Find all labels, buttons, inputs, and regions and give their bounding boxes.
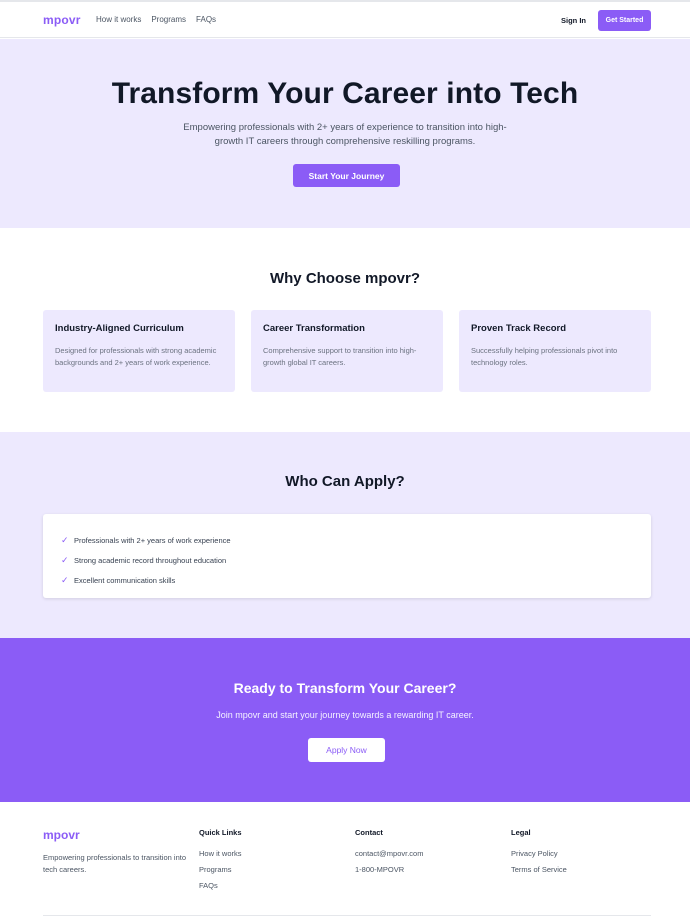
check-icon: ✓ <box>61 534 69 545</box>
requirements-card: ✓ Professionals with 2+ years of work ex… <box>43 514 651 598</box>
apply-now-button[interactable]: Apply Now <box>308 738 385 762</box>
footer-email-link[interactable]: contact@mpovr.com <box>355 849 423 865</box>
footer-contact: Contact contact@mpovr.com 1-800-MPOVR <box>355 828 423 881</box>
check-icon: ✓ <box>61 554 69 565</box>
footer-column-title: Quick Links <box>199 828 242 837</box>
footer-link-programs[interactable]: Programs <box>199 865 242 881</box>
who-title: Who Can Apply? <box>285 473 405 490</box>
get-started-button[interactable]: Get Started <box>598 10 651 31</box>
start-journey-button[interactable]: Start Your Journey <box>293 164 400 187</box>
requirement-item: ✓ Excellent communication skills <box>61 570 633 590</box>
footer-column-title: Contact <box>355 828 383 837</box>
feature-card: Proven Track Record Successfully helping… <box>459 310 651 392</box>
sign-in-link[interactable]: Sign In <box>561 16 586 25</box>
footer-divider <box>43 915 651 916</box>
footer-phone-link[interactable]: 1-800-MPOVR <box>355 865 423 881</box>
who-can-apply-section: Who Can Apply? ✓ Professionals with 2+ y… <box>0 432 690 638</box>
nav-link-programs[interactable]: Programs <box>151 15 186 24</box>
requirement-text: Excellent communication skills <box>74 575 176 585</box>
requirement-text: Strong academic record throughout educat… <box>74 555 227 565</box>
feature-card-title: Industry-Aligned Curriculum <box>55 323 184 334</box>
feature-card-text: Successfully helping professionals pivot… <box>471 346 618 367</box>
footer-link-faqs[interactable]: FAQs <box>199 881 242 897</box>
why-choose-section: Why Choose mpovr? Industry-Aligned Curri… <box>0 228 690 432</box>
top-navbar: mpovr How it works Programs FAQs Sign In… <box>0 2 690 38</box>
requirement-text: Professionals with 2+ years of work expe… <box>74 535 231 545</box>
footer-logo[interactable]: mpovr <box>43 828 80 842</box>
footer-tagline: Empowering professionals to transition i… <box>43 853 186 874</box>
footer-link-privacy-policy[interactable]: Privacy Policy <box>511 849 567 865</box>
footer-link-how-it-works[interactable]: How it works <box>199 849 242 865</box>
feature-card-text: Designed for professionals with strong a… <box>55 346 217 367</box>
feature-card-title: Career Transformation <box>263 323 365 334</box>
cta-section: Ready to Transform Your Career? Join mpo… <box>0 638 690 802</box>
hero-subtitle: Empowering professionals with 2+ years o… <box>183 122 507 147</box>
nav-link-how-it-works[interactable]: How it works <box>96 15 141 24</box>
nav-links: How it works Programs FAQs <box>96 15 216 24</box>
footer-quick-links: Quick Links How it works Programs FAQs <box>199 828 242 897</box>
cta-text: Join mpovr and start your journey toward… <box>216 710 474 720</box>
cta-title: Ready to Transform Your Career? <box>233 680 457 696</box>
feature-card-text: Comprehensive support to transition into… <box>263 346 417 367</box>
feature-card-title: Proven Track Record <box>471 323 567 334</box>
footer-column-title: Legal <box>511 828 531 837</box>
feature-card: Career Transformation Comprehensive supp… <box>251 310 443 392</box>
logo[interactable]: mpovr <box>43 13 81 27</box>
feature-card: Industry-Aligned Curriculum Designed for… <box>43 310 235 392</box>
hero-section: Transform Your Career into Tech Empoweri… <box>0 39 690 228</box>
why-title: Why Choose mpovr? <box>269 270 420 287</box>
nav-link-faqs[interactable]: FAQs <box>196 15 216 24</box>
footer-link-terms-of-service[interactable]: Terms of Service <box>511 865 567 881</box>
requirement-item: ✓ Strong academic record throughout educ… <box>61 550 633 570</box>
footer: mpovr Empowering professionals to transi… <box>0 802 690 919</box>
requirement-item: ✓ Professionals with 2+ years of work ex… <box>61 530 633 550</box>
footer-legal: Legal Privacy Policy Terms of Service <box>511 828 567 881</box>
check-icon: ✓ <box>61 574 69 585</box>
hero-title: Transform Your Career into Tech <box>111 77 579 110</box>
